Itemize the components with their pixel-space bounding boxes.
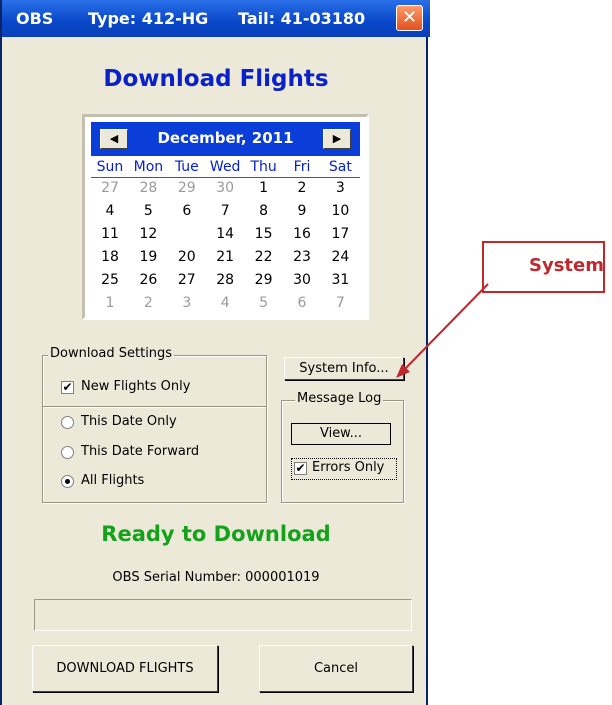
errors-only-checkbox[interactable]: ✔ Errors Only bbox=[291, 458, 397, 480]
calendar-day[interactable]: 29 bbox=[245, 271, 283, 289]
progress-bar bbox=[34, 599, 412, 631]
radio-icon bbox=[61, 416, 74, 429]
calendar-day[interactable]: 3 bbox=[168, 294, 206, 312]
calendar-day-selected[interactable]: 13 bbox=[168, 225, 206, 243]
calendar-day[interactable]: 10 bbox=[321, 202, 359, 220]
title-bar[interactable]: OBS Type: 412-HG Tail: 41-03180 ✕ bbox=[2, 0, 430, 37]
calendar-day[interactable]: 9 bbox=[283, 202, 321, 220]
calendar-header: ◀ December, 2011 ▶ bbox=[91, 122, 360, 156]
calendar-day[interactable]: 3 bbox=[321, 179, 359, 197]
calendar-day[interactable]: 4 bbox=[91, 202, 129, 220]
tail-label: Tail: 41-03180 bbox=[238, 9, 366, 28]
new-flights-only-label: New Flights Only bbox=[81, 379, 191, 394]
chevron-right-icon: ▶ bbox=[332, 132, 342, 145]
annotation-callout: System bbox=[482, 241, 605, 293]
calendar-day[interactable]: 31 bbox=[321, 271, 359, 289]
calendar-day[interactable]: 7 bbox=[321, 294, 359, 312]
radio-icon bbox=[61, 446, 74, 459]
calendar-day[interactable]: 5 bbox=[129, 202, 167, 220]
arrow-line bbox=[399, 283, 489, 375]
message-log-group: View... ✔ Errors Only bbox=[281, 400, 404, 503]
close-button[interactable]: ✕ bbox=[396, 5, 423, 31]
calendar-day[interactable]: 22 bbox=[245, 248, 283, 266]
calendar-day[interactable]: 7 bbox=[206, 202, 244, 220]
check-icon: ✔ bbox=[61, 380, 74, 394]
weekday-label: Sat bbox=[328, 159, 352, 175]
calendar-day[interactable]: 28 bbox=[129, 179, 167, 197]
calendar-day[interactable]: 28 bbox=[206, 271, 244, 289]
weekday-label: Sun bbox=[96, 159, 124, 175]
calendar-day[interactable]: 2 bbox=[129, 294, 167, 312]
calendar-day[interactable]: 12 bbox=[129, 225, 167, 243]
calendar-day[interactable]: 17 bbox=[321, 225, 359, 243]
calendar-day[interactable]: 27 bbox=[168, 271, 206, 289]
weekday-label: Thu bbox=[250, 159, 277, 175]
download-settings-group: ✔ New Flights Only This Date Only This D… bbox=[42, 355, 267, 503]
radio-this-date-forward[interactable]: This Date Forward bbox=[61, 444, 261, 462]
weekday-row: Sun Mon Tue Wed Thu Fri Sat bbox=[91, 159, 360, 178]
status-text: Ready to Download bbox=[101, 522, 331, 546]
month-calendar[interactable]: ◀ December, 2011 ▶ Sun Mon Tue Wed Thu Fri Sat… bbox=[82, 114, 369, 320]
calendar-day[interactable]: 23 bbox=[283, 248, 321, 266]
calendar-day[interactable]: 2 bbox=[283, 179, 321, 197]
calendar-day[interactable]: 29 bbox=[168, 179, 206, 197]
download-settings-title: Download Settings bbox=[48, 346, 175, 361]
calendar-day[interactable]: 1 bbox=[91, 294, 129, 312]
radio-label: This Date Forward bbox=[81, 444, 200, 459]
calendar-day[interactable]: 6 bbox=[168, 202, 206, 220]
calendar-day[interactable]: 21 bbox=[206, 248, 244, 266]
weekday-label: Mon bbox=[133, 159, 164, 175]
radio-selected-icon bbox=[61, 475, 74, 488]
calendar-day[interactable]: 14 bbox=[206, 225, 244, 243]
radio-label: This Date Only bbox=[81, 414, 177, 429]
type-label: Type: 412-HG bbox=[88, 9, 209, 28]
calendar-day[interactable]: 25 bbox=[91, 271, 129, 289]
divider bbox=[43, 406, 266, 408]
calendar-day[interactable]: 1 bbox=[245, 179, 283, 197]
errors-only-label: Errors Only bbox=[312, 460, 385, 475]
download-flights-button[interactable]: DOWNLOAD FLIGHTS bbox=[32, 645, 218, 692]
calendar-day[interactable]: 6 bbox=[283, 294, 321, 312]
calendar-day[interactable]: 5 bbox=[245, 294, 283, 312]
calendar-day[interactable]: 24 bbox=[321, 248, 359, 266]
calendar-day[interactable]: 26 bbox=[129, 271, 167, 289]
message-log-title: Message Log bbox=[295, 391, 384, 406]
system-info-button[interactable]: System Info... bbox=[284, 357, 404, 380]
calendar-day[interactable]: 19 bbox=[129, 248, 167, 266]
weekday-label: Wed bbox=[209, 159, 241, 175]
obs-window: OBS Type: 412-HG Tail: 41-03180 ✕ Downlo… bbox=[0, 0, 430, 705]
day-grid: 27 28 29 30 1 2 3 4 5 6 7 8 9 10 11 12 13 14 15 16 17 18 19 20 2… bbox=[91, 179, 360, 319]
calendar-day[interactable]: 4 bbox=[206, 294, 244, 312]
weekday-label: Tue bbox=[174, 159, 199, 175]
calendar-day[interactable]: 20 bbox=[168, 248, 206, 266]
calendar-day[interactable]: 27 bbox=[91, 179, 129, 197]
month-label: December, 2011 bbox=[157, 129, 294, 147]
calendar-day[interactable]: 30 bbox=[283, 271, 321, 289]
view-log-button[interactable]: View... bbox=[291, 423, 391, 445]
calendar-day[interactable]: 11 bbox=[91, 225, 129, 243]
serial-number: OBS Serial Number: 000001019 bbox=[112, 570, 320, 585]
close-icon: ✕ bbox=[401, 7, 418, 28]
radio-all-flights[interactable]: All Flights bbox=[61, 473, 261, 491]
radio-this-date-only[interactable]: This Date Only bbox=[61, 414, 261, 432]
calendar-day[interactable]: 16 bbox=[283, 225, 321, 243]
cancel-button[interactable]: Cancel bbox=[259, 645, 413, 692]
calendar-day[interactable]: 15 bbox=[245, 225, 283, 243]
calendar-day[interactable]: 8 bbox=[245, 202, 283, 220]
calendar-day[interactable]: 30 bbox=[206, 179, 244, 197]
page-title: Download Flights bbox=[103, 66, 329, 92]
radio-label: All Flights bbox=[81, 473, 145, 488]
new-flights-only-checkbox[interactable]: ✔ New Flights Only bbox=[61, 379, 261, 397]
check-icon: ✔ bbox=[294, 461, 307, 475]
next-month-button[interactable]: ▶ bbox=[323, 129, 351, 149]
calendar-day[interactable]: 18 bbox=[91, 248, 129, 266]
app-name: OBS bbox=[16, 9, 54, 28]
weekday-label: Fri bbox=[293, 159, 311, 175]
annotation-arrow bbox=[396, 283, 489, 378]
